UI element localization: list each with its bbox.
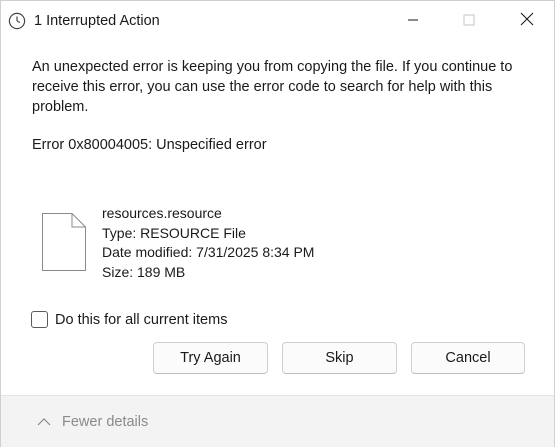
error-code: Error 0x80004005: Unspecified error: [32, 137, 267, 153]
minimize-button[interactable]: [390, 1, 436, 42]
close-button[interactable]: [504, 1, 550, 42]
title-bar[interactable]: 1 Interrupted Action: [1, 1, 554, 42]
maximize-icon: [463, 13, 475, 31]
minimize-icon: [407, 13, 419, 31]
skip-button[interactable]: Skip: [282, 342, 397, 374]
fewer-details-label[interactable]: Fewer details: [62, 414, 148, 430]
window-title: 1 Interrupted Action: [34, 13, 160, 29]
document-icon: [41, 212, 87, 272]
dialog-footer: Fewer details: [1, 395, 554, 447]
file-details: resources.resource Type: RESOURCE File D…: [102, 204, 314, 282]
apply-all-option[interactable]: Do this for all current items: [31, 311, 227, 328]
fewer-details-toggle[interactable]: Fewer details: [37, 414, 148, 430]
error-dialog: 1 Interrupted Action An unexpected error…: [0, 0, 555, 447]
file-size: Size: 189 MB: [102, 263, 186, 280]
message-area: An unexpected error is keeping you from …: [32, 57, 532, 117]
apply-all-checkbox[interactable]: [31, 311, 48, 328]
close-icon: [520, 12, 534, 31]
error-message: An unexpected error is keeping you from …: [32, 59, 513, 115]
cancel-button[interactable]: Cancel: [411, 342, 525, 374]
maximize-button: [446, 1, 492, 42]
apply-all-label[interactable]: Do this for all current items: [55, 312, 227, 328]
file-type: Type: RESOURCE File: [102, 224, 246, 241]
try-again-button[interactable]: Try Again: [153, 342, 268, 374]
chevron-up-icon: [37, 414, 62, 430]
clock-icon: [8, 12, 26, 30]
file-name: resources.resource: [102, 205, 222, 221]
file-date-modified: Date modified: 7/31/2025 8:34 PM: [102, 244, 315, 260]
